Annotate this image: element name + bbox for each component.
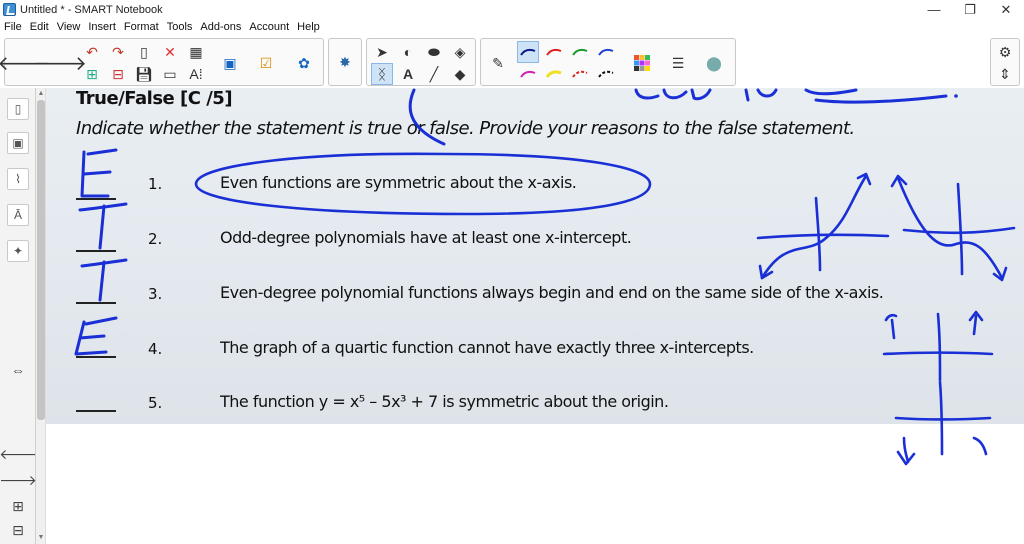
title-bar: Untitled * - SMART Notebook — ❐ ✕	[0, 0, 1024, 19]
delete-page-rail-icon[interactable]: ⊟	[7, 520, 29, 540]
add-ons-icon[interactable]: ✿	[293, 52, 315, 74]
menu-help[interactable]: Help	[297, 21, 320, 33]
menu-edit[interactable]: Edit	[30, 21, 49, 33]
toolbar-group-addons: ✸	[328, 38, 362, 86]
pen-swatch-icon	[598, 48, 614, 56]
ink-top-note	[408, 88, 958, 146]
attachments-icon[interactable]: ⌇	[7, 168, 29, 190]
pen-magenta[interactable]	[517, 63, 539, 85]
ink-circle-statement-1	[194, 152, 652, 216]
pen-blue-1[interactable]	[517, 41, 539, 63]
puzzle-icon[interactable]: ✸	[334, 51, 356, 73]
screen-shade-icon[interactable]: ▭	[159, 63, 181, 85]
redo-icon[interactable]: ↷	[107, 41, 129, 63]
pen-swatch-icon	[546, 48, 562, 56]
scroll-down-icon[interactable]: ▼	[36, 533, 46, 543]
shapes-icon[interactable]: ◐	[397, 41, 419, 63]
text-icon[interactable]: A	[397, 63, 419, 85]
toolbar-group-main: 🡐 🡒 ↶ ↷ ▯ ✕ ▦ ⊞ ⊟ 💾︎ ▭ A⁞ ▣ ☑ ✿	[0, 38, 324, 86]
handwriting-recognition-icon[interactable]: A⁞	[185, 63, 207, 85]
color-palette-icon[interactable]	[631, 52, 653, 74]
pen-swatch-icon	[520, 70, 536, 78]
menu-bar: File Edit View Insert Format Tools Add-o…	[0, 19, 1024, 35]
restore-button[interactable]: ❐	[952, 0, 988, 19]
toolbar-position-icon[interactable]: ⇕	[994, 63, 1016, 85]
smart-notebook-app-icon	[3, 3, 16, 16]
fill-shape-icon[interactable]: ⬬	[423, 41, 445, 63]
properties-tab-icon[interactable]: Ā	[7, 204, 29, 226]
settings-icon[interactable]: ⚙	[994, 41, 1016, 63]
toolbar: 🡐 🡒 ↶ ↷ ▯ ✕ ▦ ⊞ ⊟ 💾︎ ▭ A⁞ ▣ ☑ ✿ ✸ ➤ ◐ ⬬ …	[0, 36, 1024, 88]
add-page-icon[interactable]: ⊞	[7, 496, 29, 516]
select-icon[interactable]: ➤	[371, 41, 393, 63]
minimize-button[interactable]: —	[916, 0, 952, 19]
undo-icon[interactable]: ↶	[81, 41, 103, 63]
pen-swatch-icon	[520, 48, 536, 56]
eraser-icon[interactable]: ◆	[449, 63, 471, 85]
save-icon[interactable]: 💾︎	[133, 63, 155, 85]
page-sorter-icon[interactable]: ▯	[7, 98, 29, 120]
page-icon[interactable]: ▯	[133, 41, 155, 63]
delete-icon[interactable]: ✕	[159, 41, 181, 63]
notebook-canvas[interactable]: True/False [C /5] Indicate whether the s…	[46, 88, 1024, 544]
document-camera-icon[interactable]: ▣	[219, 52, 241, 74]
pen-red-dashed[interactable]	[569, 63, 591, 85]
side-tab-rail: ▯ ▣ ⌇ Ā ✦ ⇔ 🡐 🡒 ⊞ ⊟	[0, 88, 37, 544]
ink-annotations-layer	[74, 88, 1016, 466]
menu-view[interactable]: View	[57, 21, 81, 33]
pen-swatch-icon	[572, 48, 588, 56]
table-icon[interactable]: ▦	[185, 41, 207, 63]
pen-blue-2[interactable]	[595, 41, 617, 63]
pen-swatch-icon	[546, 70, 562, 78]
toolbar-group-pens: ✎ ☰ ⬤	[480, 38, 736, 86]
toolbar-group-settings: ⚙ ⇕	[990, 38, 1020, 86]
menu-account[interactable]: Account	[249, 21, 289, 33]
delete-page-icon[interactable]: ⊟	[107, 63, 129, 85]
resize-sidebar-icon[interactable]: ⇔	[7, 360, 29, 380]
add-ons-tab-icon[interactable]: ✦	[7, 240, 29, 262]
measurement-tools-icon[interactable]: ☑	[255, 52, 277, 74]
gallery-icon[interactable]: ▣	[7, 132, 29, 154]
line-icon[interactable]: ╱	[423, 63, 445, 85]
menu-add-ons[interactable]: Add-ons	[200, 21, 241, 33]
vertical-scrollbar[interactable]: ▲ ▼	[36, 88, 46, 544]
menu-insert[interactable]: Insert	[88, 21, 116, 33]
scrollbar-thumb[interactable]	[37, 100, 45, 420]
properties-icon[interactable]: ⬤	[703, 52, 725, 74]
pen-icon[interactable]: ✎	[487, 52, 509, 74]
ink-answer-letters	[74, 148, 128, 356]
pen-green[interactable]	[569, 41, 591, 63]
pen-swatch-icon	[572, 70, 588, 78]
menu-tools[interactable]: Tools	[167, 21, 193, 33]
window-title: Untitled * - SMART Notebook	[20, 3, 163, 16]
pen-red[interactable]	[543, 41, 565, 63]
scroll-up-icon[interactable]: ▲	[36, 89, 46, 99]
next-page-icon[interactable]: 🡒	[0, 470, 37, 490]
palette-grid-icon	[634, 55, 650, 71]
insert-page-icon[interactable]: ⊞	[81, 63, 103, 85]
forward-arrow-icon[interactable]: 🡒	[33, 41, 87, 85]
window-controls: — ❐ ✕	[916, 0, 1024, 19]
toolbar-group-tools: ➤ ◐ ⬬ ◈ ᛝ A ╱ ◆	[366, 38, 476, 86]
ink-graph-sketches	[756, 172, 1016, 466]
close-button[interactable]: ✕	[988, 0, 1024, 19]
pen-yellow[interactable]	[543, 63, 565, 85]
pen-black-dashed[interactable]	[595, 63, 617, 85]
menu-format[interactable]: Format	[124, 21, 159, 33]
menu-file[interactable]: File	[4, 21, 22, 33]
previous-page-icon[interactable]: 🡐	[0, 444, 37, 464]
line-style-icon[interactable]: ☰	[667, 52, 689, 74]
pen-swatch-icon	[598, 70, 614, 78]
pen-mode-icon[interactable]: ᛝ	[371, 63, 393, 85]
fill-icon[interactable]: ◈	[449, 41, 471, 63]
